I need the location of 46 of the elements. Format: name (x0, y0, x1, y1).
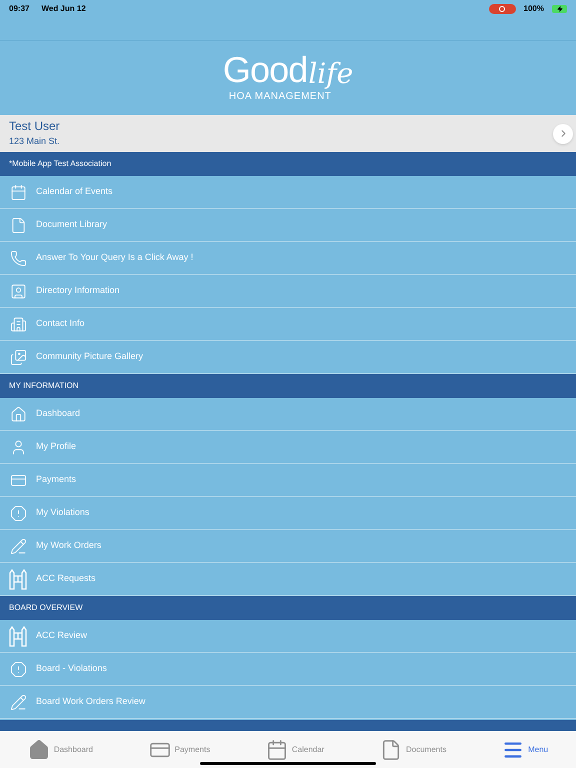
recording-icon (488, 4, 516, 14)
section-header: BOARD OVERVIEW (0, 596, 576, 620)
pencil-icon (10, 694, 26, 710)
pencil-icon (10, 538, 26, 554)
calendar-icon (266, 738, 288, 760)
contact-card-icon (10, 282, 26, 300)
chevron-right-button[interactable] (553, 124, 573, 144)
nav-row[interactable]: Directory Information (0, 275, 576, 308)
gate-icon (8, 568, 28, 590)
nav-row[interactable]: Board Work Orders Review (0, 686, 576, 719)
gate-icon (8, 625, 28, 647)
alert-icon (10, 660, 26, 678)
tab-item[interactable]: Documents (380, 738, 446, 760)
nav-row[interactable]: My Profile (0, 431, 576, 464)
tab-item[interactable]: Calendar (266, 738, 324, 760)
status-date: Wed Jun 12 (41, 3, 86, 15)
tab-item[interactable]: Menu (502, 738, 548, 760)
user-address: 123 Main St. (9, 135, 60, 148)
nav-row[interactable]: Answer To Your Query Is a Click Away ! (0, 242, 576, 275)
user-panel[interactable]: Test User 123 Main St. (0, 115, 576, 152)
nav-row[interactable]: My Work Orders (0, 530, 576, 563)
nav-row[interactable]: Payments (0, 464, 576, 497)
nav-row[interactable]: Calendar of Events (0, 176, 576, 209)
nav-row[interactable]: Dashboard (0, 398, 576, 431)
phone-icon (10, 250, 26, 266)
document-icon (10, 216, 26, 234)
nav-row[interactable]: Contact Info (0, 308, 576, 341)
section-header: MY INFORMATION (0, 374, 576, 398)
nav-row[interactable]: Board - Violations (0, 653, 576, 686)
calendar-icon (10, 184, 26, 200)
status-time: 09:37 (9, 3, 30, 15)
goodlife-logo: Goodlife HOA MANAGEMENT (222, 52, 354, 104)
nav-row[interactable]: My Violations (0, 497, 576, 530)
tab-item[interactable]: Payments (148, 738, 210, 760)
pictures-icon (10, 348, 26, 366)
alert-icon (10, 504, 26, 522)
battery-icon (552, 5, 567, 13)
building-icon (10, 316, 26, 332)
house-icon (10, 406, 26, 422)
nav-row[interactable]: Document Library (0, 209, 576, 242)
tab-item[interactable]: Dashboard (28, 738, 93, 760)
battery-percent: 100% (524, 3, 544, 15)
section-header: *Mobile App Test Association (0, 152, 576, 176)
nav-row[interactable]: ACC Review (0, 620, 576, 653)
house-icon (28, 738, 50, 760)
user-name: Test User (9, 119, 60, 134)
